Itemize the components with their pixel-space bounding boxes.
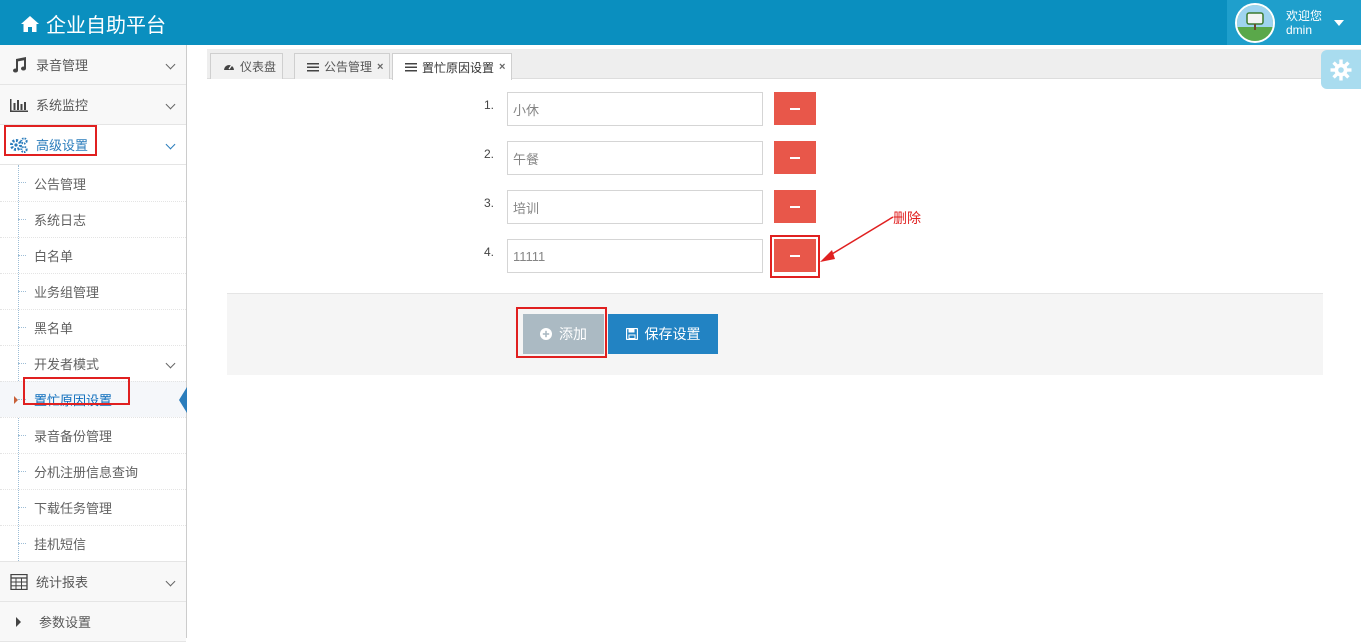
sidebar-item-label: 录音管理 [36, 58, 89, 73]
row-number: 4. [484, 245, 495, 259]
sidebar-item-recording[interactable]: 录音管理 [0, 45, 186, 85]
submenu-item-busy-reason[interactable]: 置忙原因设置 [0, 381, 187, 417]
app-title: 企业自助平台 [46, 15, 166, 37]
caret-right-icon [16, 616, 21, 627]
reason-input[interactable]: 培训 [507, 190, 763, 224]
chevron-down-icon [165, 59, 176, 70]
submenu-item-label: 白名单 [34, 249, 74, 264]
delete-button[interactable] [774, 190, 816, 223]
submenu-item-label: 分机注册信息查询 [34, 465, 139, 480]
sidebar-item-label: 系统监控 [36, 98, 89, 113]
avatar [1235, 2, 1275, 43]
submenu-item-developer-mode[interactable]: 开发者模式 [0, 345, 186, 381]
save-icon [625, 328, 638, 340]
save-settings-button[interactable]: 保存设置 [608, 314, 718, 354]
home-icon [21, 15, 39, 32]
submenu-item-label: 公告管理 [34, 176, 87, 192]
list-icon [307, 62, 319, 71]
tabs-bar: 仪表盘 公告管理 × 置忙原因设置 × [207, 49, 1361, 80]
tab-label: 公告管理 [324, 60, 373, 74]
add-button[interactable]: 添加 [523, 314, 604, 354]
tab-busy-reason[interactable]: 置忙原因设置 × [392, 53, 513, 80]
username: dmin [1286, 22, 1313, 37]
close-icon[interactable]: × [499, 61, 505, 73]
user-info: 欢迎您 dmin [1286, 9, 1322, 37]
sidebar-item-monitor[interactable]: 系统监控 [0, 85, 186, 125]
delete-button[interactable] [774, 92, 816, 125]
advanced-submenu: 公告管理 系统日志 白名单 业务组管理 黑名单 开发者模式 置忙原因设置 录音备… [0, 165, 187, 562]
row-number: 2. [484, 147, 495, 161]
plus-circle-icon [540, 328, 552, 340]
close-icon[interactable]: × [377, 61, 383, 73]
tab-dashboard[interactable]: 仪表盘 [210, 53, 284, 79]
row-number: 1. [484, 98, 495, 112]
reason-input[interactable]: 小休 [507, 92, 763, 126]
submenu-item-label: 录音备份管理 [34, 429, 113, 444]
submenu-item-label: 开发者模式 [34, 357, 100, 372]
submenu-item-download-task[interactable]: 下载任务管理 [0, 489, 186, 525]
tab-label: 仪表盘 [240, 60, 277, 74]
caret-down-icon[interactable] [1334, 19, 1345, 26]
gears-icon [10, 136, 28, 153]
submenu-item-label: 黑名单 [34, 321, 74, 336]
submenu-item-whitelist[interactable]: 白名单 [0, 237, 186, 273]
calculator-icon [10, 573, 28, 590]
submenu-item-business-group[interactable]: 业务组管理 [0, 273, 186, 309]
sidebar-item-label: 参数设置 [39, 615, 92, 630]
annotation-label: 删除 [893, 210, 921, 226]
welcome-text: 欢迎您 [1286, 8, 1323, 23]
reason-input[interactable]: 11111 [507, 239, 763, 273]
top-navbar: 企业自助平台 欢迎您 dmin [0, 0, 1361, 45]
sidebar-item-advanced[interactable]: 高级设置 [0, 125, 186, 165]
delete-button[interactable] [774, 239, 816, 272]
tab-label: 置忙原因设置 [422, 60, 495, 75]
submenu-item-label: 挂机短信 [34, 537, 87, 552]
submenu-item-label: 业务组管理 [34, 285, 100, 300]
submenu-item-recording-backup[interactable]: 录音备份管理 [0, 417, 186, 453]
gear-icon [1330, 59, 1352, 80]
submenu-item-label: 下载任务管理 [34, 501, 113, 516]
add-button-label: 添加 [559, 326, 587, 342]
tab-notice[interactable]: 公告管理 × [294, 53, 391, 79]
settings-toggle-button[interactable] [1321, 50, 1361, 89]
sidebar-item-params[interactable]: 参数设置 [0, 602, 186, 642]
chevron-down-icon [165, 358, 176, 369]
save-button-label: 保存设置 [644, 326, 701, 342]
submenu-item-system-log[interactable]: 系统日志 [0, 201, 186, 237]
submenu-item-blacklist[interactable]: 黑名单 [0, 309, 186, 345]
active-bullet-icon [14, 396, 18, 404]
submenu-item-hangup-sms[interactable]: 挂机短信 [0, 525, 186, 561]
brand[interactable]: 企业自助平台 [20, 9, 166, 38]
form-actions [227, 293, 1323, 375]
submenu-item-label: 系统日志 [34, 213, 87, 228]
dashboard-icon [224, 64, 234, 70]
chevron-down-icon [165, 139, 176, 150]
sidebar-item-label: 统计报表 [36, 575, 89, 590]
submenu-item-label: 置忙原因设置 [34, 393, 113, 408]
user-menu[interactable]: 欢迎您 dmin [1227, 0, 1361, 45]
minus-icon [790, 156, 800, 159]
bar-chart-icon [10, 98, 28, 112]
sidebar: 录音管理 系统监控 高级设置 公告管理 系统日志 白名单 业务组管理 黑名单 开… [0, 45, 187, 642]
sidebar-item-label: 高级设置 [36, 138, 89, 153]
reason-input[interactable]: 午餐 [507, 141, 763, 175]
minus-icon [790, 205, 800, 208]
delete-button[interactable] [774, 141, 816, 174]
music-icon [13, 56, 27, 73]
minus-icon [790, 254, 800, 257]
submenu-item-extension-query[interactable]: 分机注册信息查询 [0, 453, 186, 489]
sidebar-item-reports[interactable]: 统计报表 [0, 562, 186, 602]
row-number: 3. [484, 196, 495, 210]
list-icon [405, 63, 417, 72]
chevron-down-icon [165, 99, 176, 110]
active-indicator-icon [179, 387, 187, 413]
annotation-arrow-icon [820, 216, 894, 262]
chevron-down-icon [165, 576, 176, 587]
submenu-item-notice[interactable]: 公告管理 [0, 165, 186, 201]
minus-icon [790, 107, 800, 110]
